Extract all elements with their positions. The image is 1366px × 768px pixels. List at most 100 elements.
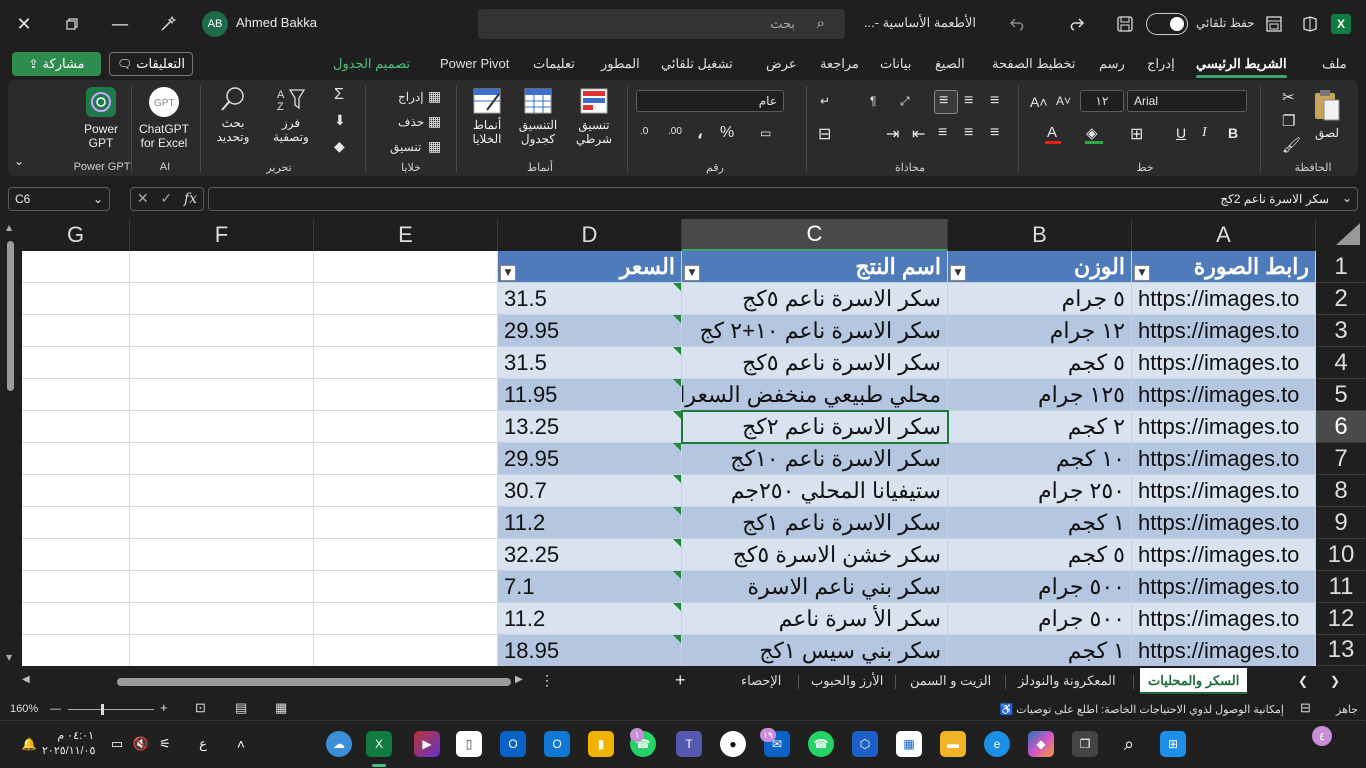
row-header[interactable]: 1 [1316,251,1366,283]
edge-icon[interactable]: e [984,731,1010,757]
vscode-icon[interactable]: ⬡ [852,731,878,757]
empty-cell[interactable] [22,379,130,411]
clear-icon[interactable]: ◆ [334,138,345,155]
ribbon-collapse-icon[interactable]: ⌄ [14,154,24,168]
row-header[interactable]: 13 [1316,635,1366,666]
outlook-new-icon[interactable]: O [544,731,570,757]
minimize-icon[interactable]: — [102,8,138,40]
empty-cell[interactable] [130,379,314,411]
tab-formulas[interactable]: الصيغ [935,56,965,72]
decrease-font-icon[interactable]: A˅ [1056,94,1071,108]
show-hidden-icons-icon[interactable]: ˄ [228,731,254,757]
cell-product-name[interactable]: سكر الاسرة ناعم ١كج [682,507,948,539]
empty-cell[interactable] [314,347,498,379]
percent-icon[interactable]: % [720,124,734,142]
tab-file[interactable]: ملف [1322,56,1347,72]
sheet-stats-icon[interactable]: ⊟ [1300,700,1311,716]
cell-price[interactable]: 11.2 [498,603,682,635]
align-bottom-icon[interactable]: ≡ [964,92,973,110]
accessibility-status[interactable]: إمكانية الوصول لذوي الاحتياجات الخاصة: ا… [999,703,1284,716]
column-header-c[interactable]: C [682,219,948,251]
empty-cell[interactable] [22,635,130,666]
empty-cell[interactable] [130,507,314,539]
cell-price[interactable]: 18.95 [498,635,682,666]
cell-price[interactable]: 32.25 [498,539,682,571]
tab-home[interactable]: الشريط الرئيسي [1196,56,1287,78]
error-indicator-icon[interactable] [673,283,681,291]
orientation-icon[interactable]: ⤢ [900,94,910,109]
row-header[interactable]: 4 [1316,347,1366,379]
paragraph-direction-icon[interactable]: ¶ [870,94,876,108]
insert-cells-label[interactable]: إدراج [398,90,424,104]
prev-sheet-icon[interactable]: ❮ [1298,674,1308,688]
borders-icon[interactable]: ⊞ [1130,124,1143,144]
widgets-badge[interactable]: ٤ [1312,726,1332,746]
copy-icon[interactable]: ❐ [1282,112,1295,130]
tab-power-pivot[interactable]: Power Pivot [440,56,509,71]
close-icon[interactable]: ✕ [6,8,42,40]
empty-cell[interactable] [314,635,498,666]
decrease-decimal-icon[interactable]: .0 [640,126,648,137]
copilot-icon[interactable] [1292,8,1328,40]
copilot-taskbar-icon[interactable]: ◆ [1028,731,1054,757]
expand-formula-icon[interactable]: ⌄ [1342,191,1352,205]
cancel-icon[interactable]: ✕ [137,191,149,207]
cell-product-name[interactable]: سكر الاسرة ناعم ٢كج [682,411,948,443]
cell-image-url[interactable]: https://images.to [1132,603,1316,635]
row-header[interactable]: 6 [1316,411,1366,443]
zoom-slider[interactable] [68,709,154,710]
zoom-out-icon[interactable]: — [50,703,61,715]
align-top-icon[interactable]: ≡ [990,92,999,110]
clock[interactable]: ٠٤:٠١ م ٢٠٢٥/١١/٠٥ [42,729,95,759]
enter-icon[interactable]: ✓ [160,191,172,207]
empty-cell[interactable] [314,379,498,411]
search-input[interactable]: بحث ⌕ [478,9,845,39]
restore-icon[interactable] [54,8,90,40]
cell-weight[interactable]: ١٢٥ جرام [948,379,1132,411]
filter-dropdown-icon[interactable]: ▼ [684,265,700,281]
table-header-cell[interactable]: رابط الصورة [1132,251,1316,283]
insert-function-icon[interactable]: fx [184,191,197,207]
empty-cell[interactable] [314,283,498,315]
select-all-corner[interactable] [1316,219,1366,251]
task-view-icon[interactable]: ❐ [1072,731,1098,757]
outlook-icon[interactable]: O [500,731,526,757]
sheet-tab-sugar[interactable]: السكر والمحليات [1140,668,1248,694]
delete-cells-label[interactable]: حذف [398,115,424,129]
align-right-icon[interactable]: ≡ [990,124,999,142]
volume-icon[interactable]: 🔇 [128,731,154,757]
cell-weight[interactable]: ١ كجم [948,635,1132,666]
align-center-icon[interactable]: ≡ [964,124,973,142]
more-options-icon[interactable]: ⋮ [540,672,554,689]
error-indicator-icon[interactable] [673,379,681,387]
empty-cell[interactable] [314,411,498,443]
number-format-dropdown[interactable]: عام [636,90,784,112]
format-cells-icon[interactable]: ▦ [428,138,441,155]
filter-dropdown-icon[interactable]: ▼ [1134,265,1150,281]
autosave-toggle[interactable] [1146,13,1188,35]
network-icon[interactable]: ⚟ [152,731,178,757]
row-header[interactable]: 9 [1316,507,1366,539]
undo-icon[interactable] [1000,8,1036,40]
chatgpt-excel-button[interactable]: GPT ChatGPT for Excel [136,86,192,150]
empty-cell[interactable] [314,571,498,603]
github-icon[interactable]: ● [720,731,746,757]
column-header-e[interactable]: E [314,219,498,251]
error-indicator-icon[interactable] [673,443,681,451]
redo-icon[interactable] [1058,8,1094,40]
column-header-g[interactable]: G [22,219,130,251]
error-indicator-icon[interactable] [673,315,681,323]
empty-cell[interactable] [130,411,314,443]
empty-cell[interactable] [314,443,498,475]
row-header[interactable]: 2 [1316,283,1366,315]
cell-weight[interactable]: ٥٠٠ جرام [948,603,1132,635]
page-layout-view-icon[interactable]: ▤ [235,700,247,716]
file-explorer-icon[interactable]: ▬ [940,731,966,757]
merge-center-icon[interactable]: ⊟ [818,124,831,144]
empty-cell[interactable] [22,443,130,475]
excel-taskbar-icon[interactable]: X [366,731,392,757]
row-header[interactable]: 11 [1316,571,1366,603]
cell-product-name[interactable]: سكر الاسرة ناعم ١٠+٢ كج [682,315,948,347]
cell-product-name[interactable]: سكر الاسرة ناعم ١٠كج [682,443,948,475]
format-cells-label[interactable]: تنسيق [390,140,421,154]
